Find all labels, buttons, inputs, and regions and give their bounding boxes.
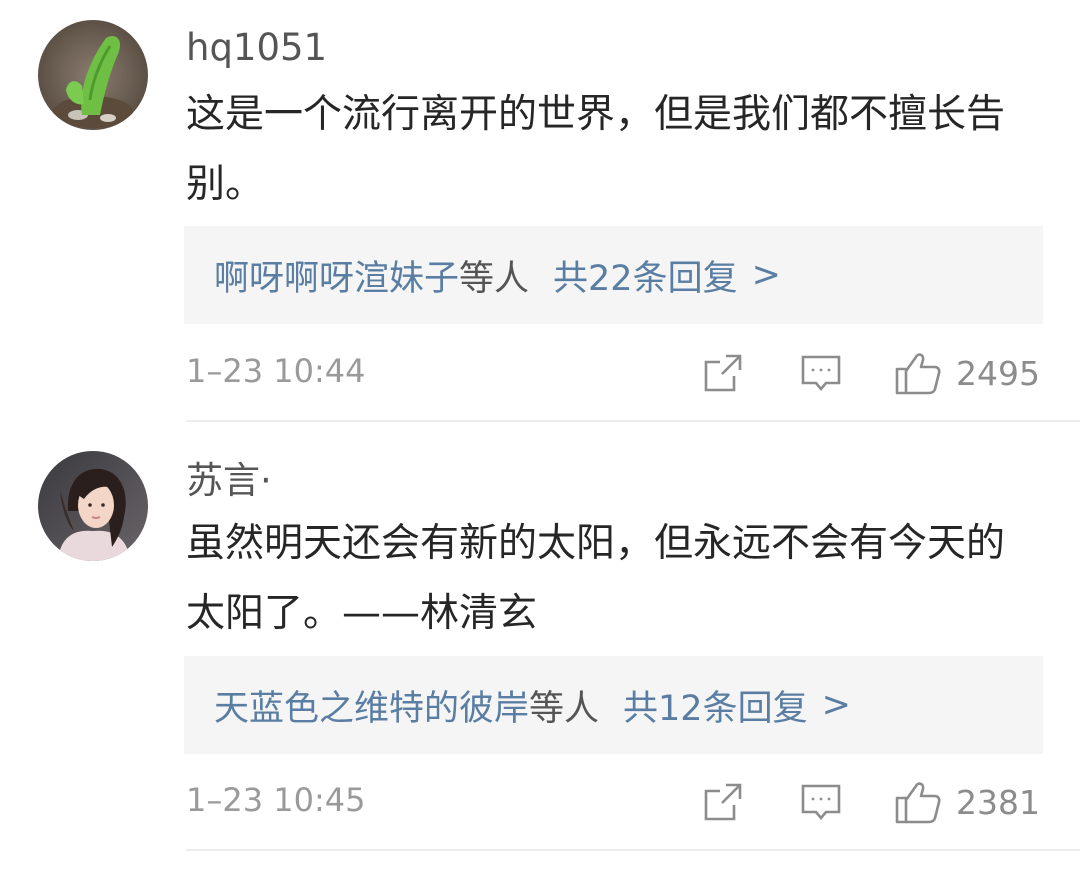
timestamp: 1–23 10:45	[186, 781, 366, 819]
username[interactable]: hq1051	[186, 26, 327, 70]
reply-count[interactable]: 共22条回复	[553, 250, 738, 301]
cactus-photo-avatar	[38, 20, 148, 130]
thumbs-up-icon[interactable]	[894, 779, 942, 825]
comment-meta: 1–23 10:44 2495	[0, 348, 1080, 398]
chevron-right-icon[interactable]: >	[752, 255, 781, 295]
comment-text: 虽然明天还会有新的太阳，但永远不会有今天的太阳了。——林清玄	[186, 521, 1006, 636]
replies-preview[interactable]: 啊呀啊呀渲妹子 等人 共22条回复 >	[184, 226, 1043, 324]
like-button[interactable]: 2495	[894, 348, 1040, 398]
comment-item: hq1051 这是一个流行离开的世界，但是我们都不擅长告别。 啊呀啊呀渲妹子 等…	[0, 0, 1080, 422]
like-button[interactable]: 2381	[894, 777, 1040, 827]
like-count: 2495	[956, 353, 1040, 393]
chevron-right-icon[interactable]: >	[822, 685, 851, 725]
comment-meta: 1–23 10:45 2381	[0, 777, 1080, 827]
share-icon[interactable]	[702, 781, 744, 823]
woman-portrait-avatar	[38, 451, 148, 561]
reply-count[interactable]: 共12条回复	[623, 680, 808, 731]
reply-names[interactable]: 啊呀啊呀渲妹子	[214, 250, 459, 301]
reply-suffix: 等人	[529, 688, 600, 729]
reply-names[interactable]: 天蓝色之维特的彼岸	[214, 680, 529, 731]
avatar[interactable]	[38, 451, 148, 561]
avatar[interactable]	[38, 20, 148, 130]
share-icon[interactable]	[702, 352, 744, 394]
comment-item: 苏言· 虽然明天还会有新的太阳，但永远不会有今天的太阳了。——林清玄 天蓝色之维…	[0, 421, 1080, 851]
comment-icon[interactable]	[800, 781, 842, 823]
divider	[186, 849, 1080, 851]
replies-preview[interactable]: 天蓝色之维特的彼岸 等人 共12条回复 >	[184, 656, 1043, 754]
comment-icon[interactable]	[800, 352, 842, 394]
thumbs-up-icon[interactable]	[894, 350, 942, 396]
like-count: 2381	[956, 782, 1040, 822]
username[interactable]: 苏言·	[186, 459, 272, 503]
reply-suffix: 等人	[459, 258, 530, 299]
timestamp: 1–23 10:44	[186, 352, 366, 390]
comment-text: 这是一个流行离开的世界，但是我们都不擅长告别。	[186, 92, 1006, 207]
